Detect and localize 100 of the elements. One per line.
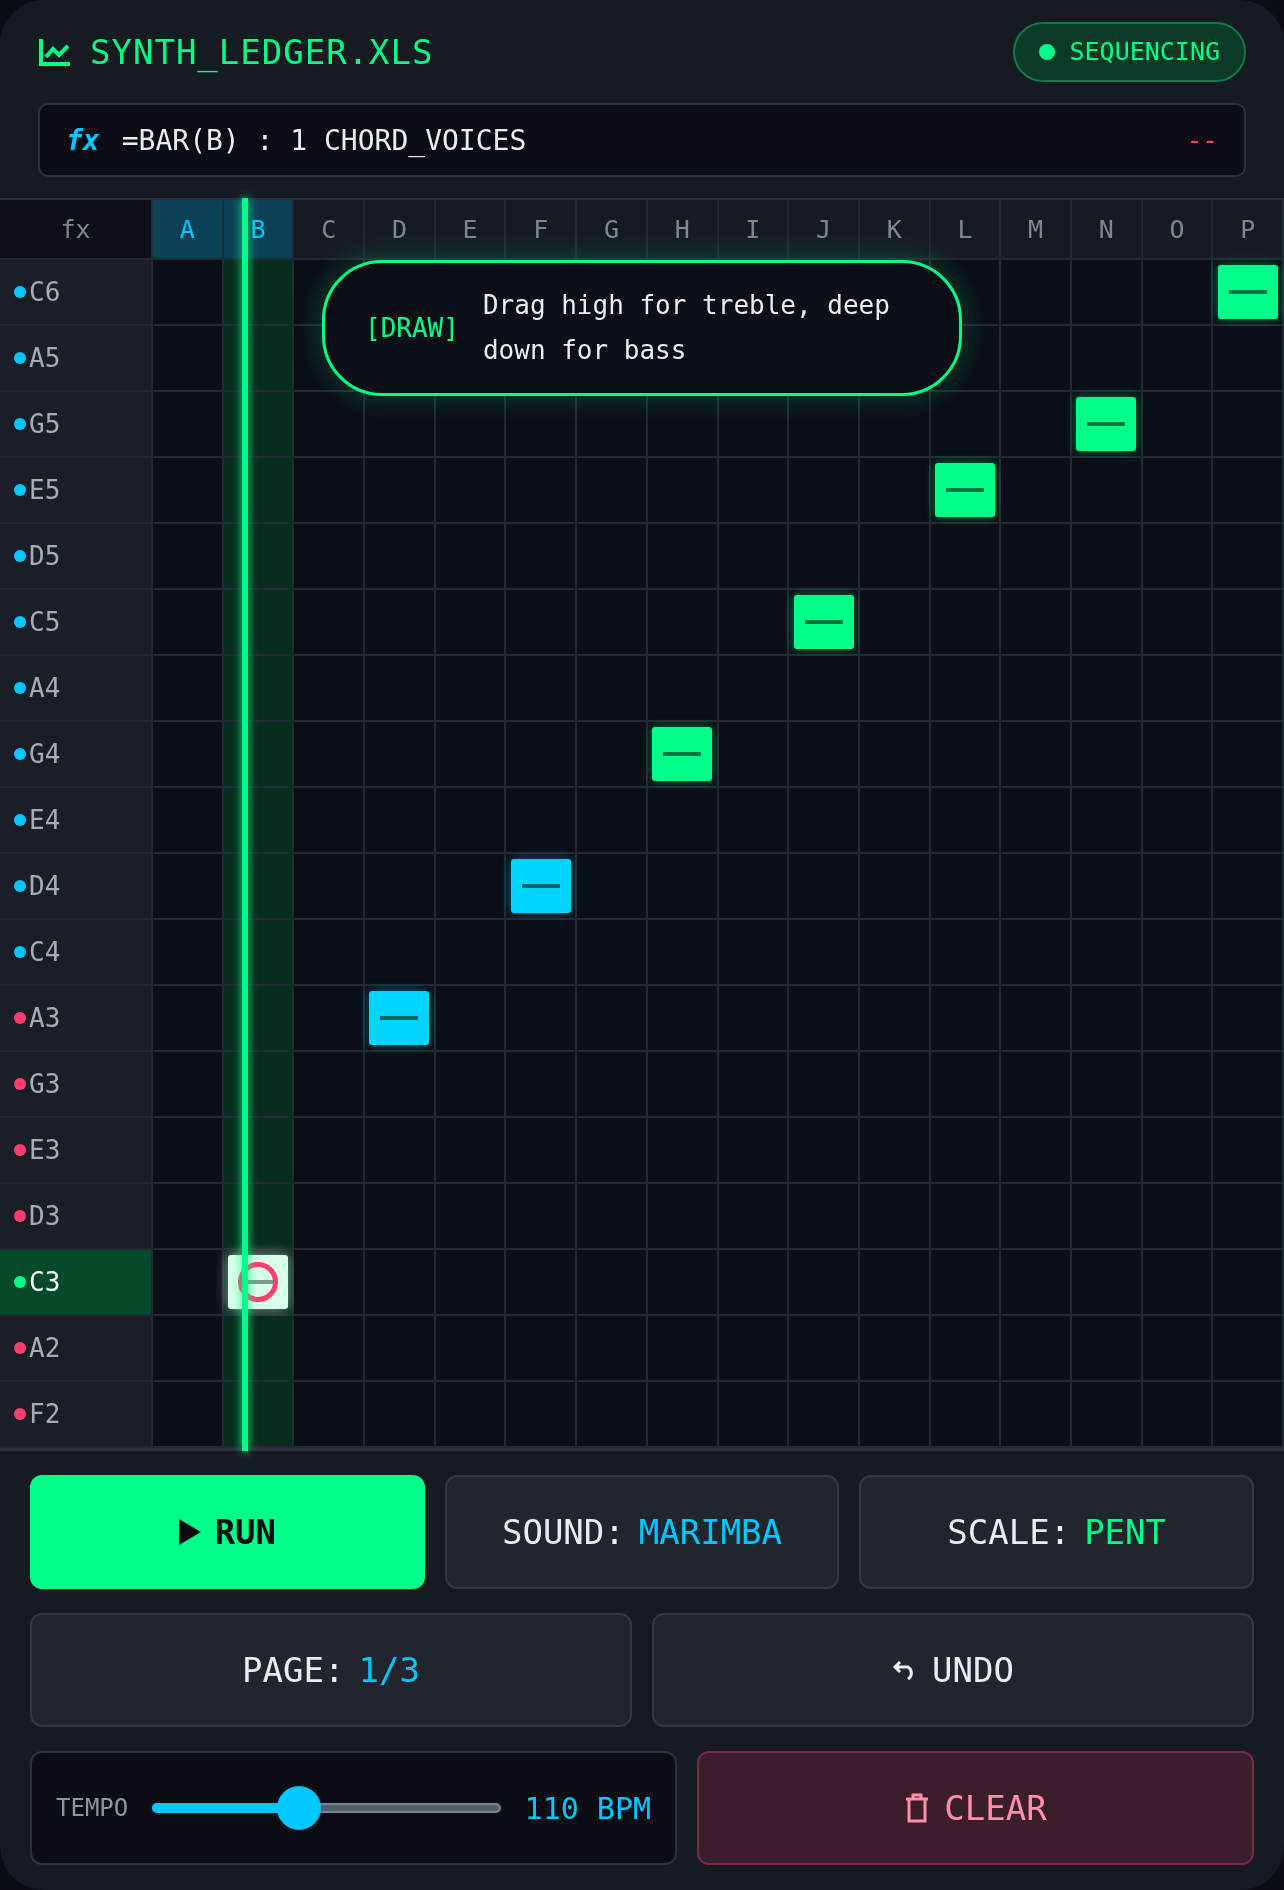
grid-cell[interactable] bbox=[1001, 788, 1072, 854]
grid-cell[interactable] bbox=[1071, 1250, 1143, 1316]
grid-cell[interactable] bbox=[153, 1316, 224, 1382]
note-label[interactable]: C5 bbox=[0, 590, 153, 656]
column-header[interactable]: P bbox=[1213, 200, 1284, 260]
grid-cell[interactable] bbox=[789, 722, 860, 788]
grid-cell[interactable] bbox=[1142, 854, 1214, 920]
grid-cell[interactable] bbox=[647, 656, 719, 722]
grid-cell[interactable] bbox=[718, 1316, 790, 1382]
grid-cell[interactable] bbox=[859, 590, 931, 656]
grid-cell[interactable] bbox=[859, 1118, 931, 1184]
grid-cell[interactable] bbox=[577, 788, 648, 854]
grid-cell[interactable] bbox=[1213, 788, 1284, 854]
grid-cell[interactable] bbox=[435, 1316, 507, 1382]
grid-cell[interactable] bbox=[153, 788, 224, 854]
grid-cell[interactable] bbox=[718, 656, 790, 722]
grid-cell[interactable] bbox=[1142, 986, 1214, 1052]
sound-button[interactable]: SOUND: MARIMBA bbox=[444, 1475, 840, 1589]
grid-cell[interactable] bbox=[294, 458, 366, 524]
grid-cell[interactable] bbox=[718, 788, 790, 854]
column-header[interactable]: M bbox=[1001, 200, 1072, 260]
grid-cell[interactable] bbox=[577, 590, 648, 656]
grid-cell[interactable] bbox=[718, 722, 790, 788]
grid-cell[interactable] bbox=[1071, 1118, 1143, 1184]
grid-cell[interactable] bbox=[1001, 524, 1072, 590]
grid-cell[interactable] bbox=[506, 524, 578, 590]
grid-cell[interactable] bbox=[365, 1052, 436, 1118]
grid-cell[interactable] bbox=[789, 1250, 860, 1316]
grid-cell[interactable] bbox=[1213, 590, 1284, 656]
grid-cell[interactable] bbox=[647, 1382, 719, 1448]
grid-cell[interactable] bbox=[506, 656, 578, 722]
slider-thumb[interactable] bbox=[276, 1786, 321, 1830]
note-block[interactable] bbox=[793, 595, 854, 649]
grid-cell[interactable] bbox=[153, 1382, 224, 1448]
grid-cell[interactable] bbox=[1142, 458, 1214, 524]
grid-cell[interactable] bbox=[294, 1382, 366, 1448]
grid-cell[interactable] bbox=[1001, 590, 1072, 656]
grid-cell[interactable] bbox=[506, 1250, 578, 1316]
note-label[interactable]: G5 bbox=[0, 392, 153, 458]
grid-cell[interactable] bbox=[435, 920, 507, 986]
grid-cell[interactable] bbox=[1213, 1250, 1284, 1316]
grid-cell[interactable] bbox=[789, 986, 860, 1052]
grid-cell[interactable] bbox=[859, 920, 931, 986]
grid-cell[interactable] bbox=[1071, 1382, 1143, 1448]
grid-cell[interactable] bbox=[930, 920, 1002, 986]
column-header[interactable]: I bbox=[718, 200, 790, 260]
grid-cell[interactable] bbox=[789, 788, 860, 854]
grid-cell[interactable] bbox=[365, 722, 436, 788]
grid-cell[interactable] bbox=[1213, 656, 1284, 722]
grid-cell[interactable] bbox=[789, 656, 860, 722]
note-label[interactable]: C6 bbox=[0, 260, 153, 326]
grid-cell[interactable] bbox=[647, 986, 719, 1052]
grid-cell[interactable] bbox=[859, 458, 931, 524]
grid-cell[interactable] bbox=[1001, 1052, 1072, 1118]
column-header[interactable]: F bbox=[506, 200, 578, 260]
grid-cell[interactable] bbox=[930, 590, 1002, 656]
grid-cell[interactable] bbox=[1213, 1118, 1284, 1184]
column-header[interactable]: H bbox=[647, 200, 719, 260]
grid-cell[interactable] bbox=[577, 1118, 648, 1184]
grid-cell[interactable] bbox=[153, 524, 224, 590]
grid-cell[interactable] bbox=[294, 986, 366, 1052]
grid-cell[interactable] bbox=[718, 1382, 790, 1448]
grid-cell[interactable] bbox=[859, 656, 931, 722]
grid-cell[interactable] bbox=[647, 1250, 719, 1316]
note-label[interactable]: A3 bbox=[0, 986, 153, 1052]
grid-cell[interactable] bbox=[435, 854, 507, 920]
grid-cell[interactable] bbox=[1071, 1316, 1143, 1382]
grid-cell[interactable] bbox=[506, 722, 578, 788]
grid-cell[interactable] bbox=[153, 1052, 224, 1118]
grid-cell[interactable] bbox=[1001, 1382, 1072, 1448]
grid-cell[interactable] bbox=[153, 1184, 224, 1250]
grid-cell[interactable] bbox=[930, 1316, 1002, 1382]
column-header[interactable]: N bbox=[1071, 200, 1143, 260]
grid-cell[interactable] bbox=[1001, 392, 1072, 458]
column-header[interactable]: G bbox=[577, 200, 648, 260]
grid-cell[interactable] bbox=[930, 458, 1002, 524]
grid-cell[interactable] bbox=[365, 986, 436, 1052]
grid-cell[interactable] bbox=[1071, 260, 1143, 326]
grid-cell[interactable] bbox=[294, 392, 366, 458]
grid-cell[interactable] bbox=[294, 1250, 366, 1316]
grid-cell[interactable] bbox=[1001, 1118, 1072, 1184]
grid-cell[interactable] bbox=[1001, 854, 1072, 920]
grid-cell[interactable] bbox=[1071, 1052, 1143, 1118]
grid-cell[interactable] bbox=[294, 1118, 366, 1184]
scale-button[interactable]: SCALE: PENT bbox=[859, 1475, 1254, 1589]
grid-cell[interactable] bbox=[1142, 656, 1214, 722]
grid-cell[interactable] bbox=[930, 1382, 1002, 1448]
run-button[interactable]: RUN bbox=[30, 1475, 425, 1589]
grid-cell[interactable] bbox=[294, 590, 366, 656]
grid-cell[interactable] bbox=[153, 590, 224, 656]
grid-cell[interactable] bbox=[789, 590, 860, 656]
column-header[interactable]: O bbox=[1142, 200, 1214, 260]
grid-cell[interactable] bbox=[1001, 1184, 1072, 1250]
grid-cell[interactable] bbox=[365, 788, 436, 854]
grid-cell[interactable] bbox=[1071, 590, 1143, 656]
grid-cell[interactable] bbox=[153, 854, 224, 920]
grid-cell[interactable] bbox=[718, 1250, 790, 1316]
grid-cell[interactable] bbox=[647, 1052, 719, 1118]
grid-cell[interactable] bbox=[577, 1316, 648, 1382]
note-label[interactable]: A5 bbox=[0, 326, 153, 392]
